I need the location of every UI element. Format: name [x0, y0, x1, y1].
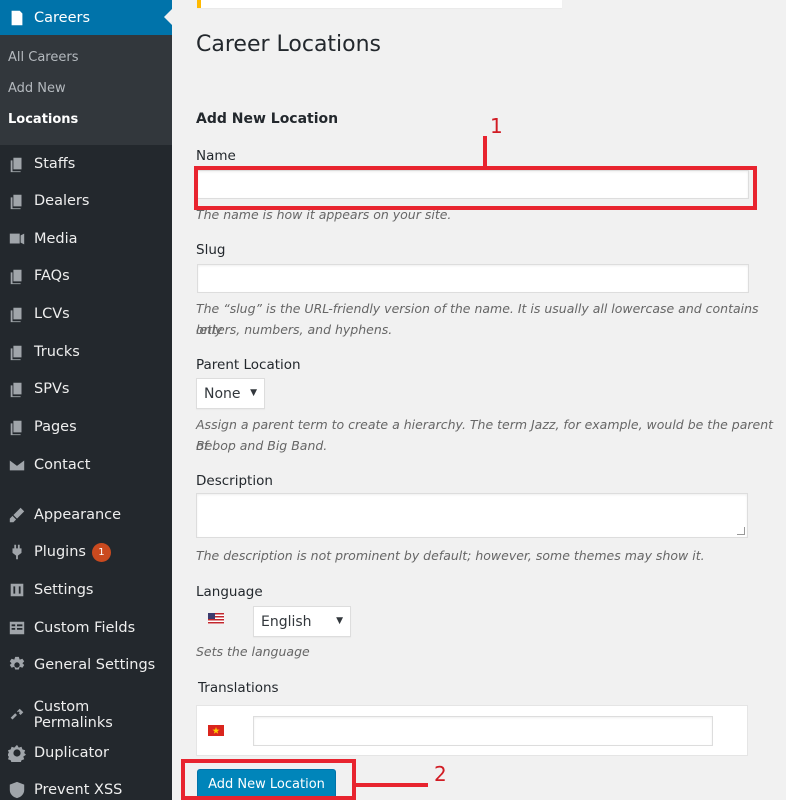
annotation-box-2: [181, 759, 356, 800]
media-icon: [0, 230, 34, 248]
translations-label: Translations: [198, 680, 279, 696]
translation-input[interactable]: [253, 716, 713, 746]
plugins-update-badge: 1: [91, 542, 111, 562]
menu-settings[interactable]: Settings: [0, 571, 172, 609]
brush-icon: [0, 506, 34, 524]
parent-hint-line2: Bebop and Big Band.: [196, 438, 328, 453]
pages-icon: [0, 380, 34, 398]
menu-lcvs[interactable]: LCVs: [0, 295, 172, 333]
menu-trucks[interactable]: Trucks: [0, 333, 172, 371]
submenu-all-careers[interactable]: All Careers: [8, 50, 78, 65]
language-label: Language: [196, 584, 263, 600]
annotation-number-2: 2: [434, 762, 447, 786]
menu-label: Appearance: [34, 507, 122, 523]
language-value: English: [261, 613, 312, 630]
menu-careers[interactable]: Careers: [0, 0, 172, 35]
menu-spvs[interactable]: SPVs: [0, 370, 172, 408]
menu-label: Plugins: [34, 544, 86, 560]
caret-down-icon: ▼: [336, 616, 343, 626]
menu-label: General Settings: [34, 657, 156, 673]
description-textarea[interactable]: [196, 493, 748, 538]
menu-plugins[interactable]: Plugins 1: [0, 533, 172, 571]
menu-label: Custom Permalinks: [33, 699, 113, 731]
menu-label: Duplicator: [34, 745, 109, 761]
menu-media[interactable]: Media: [0, 220, 172, 258]
menu-label: Settings: [34, 582, 94, 598]
submenu-add-new[interactable]: Add New: [8, 81, 66, 96]
menu-faqs[interactable]: FAQs: [0, 257, 172, 295]
pages-icon: [0, 267, 34, 285]
caret-down-icon: ▼: [250, 388, 257, 398]
menu-duplicator[interactable]: Duplicator: [0, 734, 172, 772]
slug-input[interactable]: [197, 264, 749, 293]
careers-submenu: All Careers Add New Locations: [0, 35, 172, 145]
menu-label: Prevent XSS: [34, 782, 123, 798]
submenu-locations[interactable]: Locations: [8, 112, 78, 127]
menu-label: Trucks: [34, 344, 80, 360]
menu-prevent-xss[interactable]: Prevent XSS: [0, 771, 172, 800]
plugin-icon: [0, 543, 34, 561]
menu-label: Media: [34, 231, 78, 247]
annotation-line-2: [356, 783, 428, 787]
menu-label: Contact: [34, 457, 91, 473]
menu-label: Staffs: [34, 156, 76, 172]
admin-notice: [197, 0, 562, 8]
language-select[interactable]: English ▼: [253, 606, 351, 637]
duplicator-icon: [0, 744, 34, 762]
pages-icon: [0, 155, 34, 173]
admin-sidebar: Careers All Careers Add New Locations St…: [0, 0, 172, 800]
menu-label: Custom Fields: [34, 620, 136, 636]
menu-custom-fields[interactable]: Custom Fields: [0, 609, 172, 647]
gear-icon: [0, 656, 34, 674]
annotation-number-1: 1: [490, 114, 503, 138]
menu-label: LCVs: [34, 306, 70, 322]
menu-label: Dealers: [34, 193, 90, 209]
description-hint: The description is not prominent by defa…: [196, 548, 705, 563]
menu-label: Pages: [34, 419, 77, 435]
description-label: Description: [196, 473, 273, 489]
menu-label: FAQs: [34, 268, 70, 284]
slug-label: Slug: [196, 242, 226, 258]
annotation-box-1: [194, 166, 757, 210]
parent-location-value: None: [204, 385, 241, 402]
link-icon: [0, 706, 34, 724]
pages-icon: [0, 343, 34, 361]
us-flag-icon: [208, 613, 224, 624]
resize-handle-icon[interactable]: [737, 527, 745, 535]
name-label: Name: [196, 148, 236, 164]
menu-general-settings[interactable]: General Settings: [0, 646, 172, 684]
parent-location-select[interactable]: None ▼: [196, 378, 265, 409]
menu-label: SPVs: [34, 381, 70, 397]
fields-icon: [0, 619, 34, 637]
slug-hint-line2: letters, numbers, and hyphens.: [196, 322, 393, 337]
page-title: Career Locations: [196, 32, 382, 57]
menu-custom-permalinks[interactable]: Custom Permalinks: [0, 696, 172, 734]
shield-icon: [0, 781, 34, 799]
menu-contact[interactable]: Contact: [0, 446, 172, 484]
form-title: Add New Location: [196, 111, 339, 127]
settings-icon: [0, 581, 34, 599]
pin-icon: [0, 9, 34, 27]
language-hint: Sets the language: [196, 644, 310, 659]
annotation-line-1: [483, 136, 487, 167]
vietnam-flag-icon: [208, 725, 224, 736]
parent-location-label: Parent Location: [196, 357, 301, 373]
menu-staffs[interactable]: Staffs: [0, 145, 172, 183]
menu-label: Careers: [34, 9, 91, 26]
pages-icon: [0, 192, 34, 210]
menu-appearance[interactable]: Appearance: [0, 496, 172, 534]
pages-icon: [0, 305, 34, 323]
menu-dealers[interactable]: Dealers: [0, 182, 172, 220]
pages-icon: [0, 418, 34, 436]
translations-table: [196, 705, 748, 756]
menu-pages[interactable]: Pages: [0, 408, 172, 446]
email-icon: [0, 456, 34, 474]
